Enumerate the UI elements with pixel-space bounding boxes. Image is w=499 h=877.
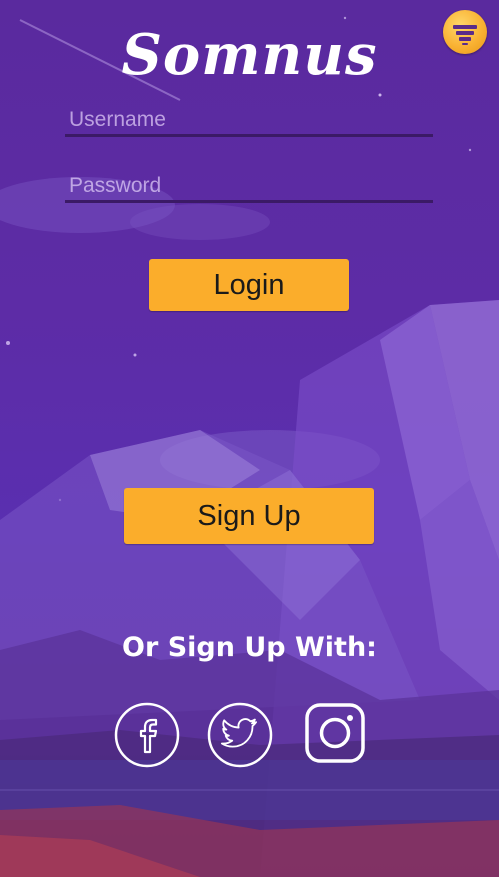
username-input[interactable] [67, 106, 431, 134]
instagram-icon [305, 703, 365, 763]
sign-up-button[interactable]: Sign Up [124, 488, 374, 544]
menu-icon [453, 25, 477, 45]
twitter-icon [207, 702, 273, 768]
instagram-button[interactable] [302, 700, 368, 766]
sign-up-button-label: Sign Up [197, 499, 301, 532]
social-signup-heading: Or Sign Up With: [122, 632, 377, 663]
login-button-label: Login [213, 268, 285, 301]
app-logo: Somnus [121, 22, 378, 88]
twitter-button[interactable] [207, 702, 273, 768]
login-button[interactable]: Login [149, 259, 349, 311]
facebook-button[interactable] [114, 702, 180, 768]
password-field [65, 170, 433, 203]
facebook-icon [114, 702, 180, 768]
password-input[interactable] [67, 172, 431, 200]
username-field [65, 104, 433, 137]
menu-button[interactable] [443, 10, 487, 54]
